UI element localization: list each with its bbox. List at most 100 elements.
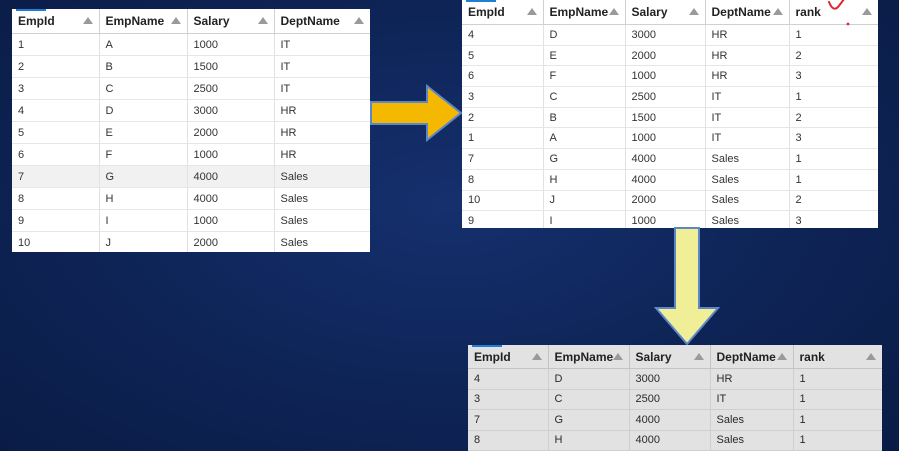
table-cell: 3 <box>462 86 544 108</box>
table-row[interactable]: 7 G 4000 Sales 1 <box>462 148 878 170</box>
table-row[interactable]: 4 D 3000 HR 1 <box>468 368 882 390</box>
table-cell: 10 <box>462 190 544 212</box>
table-row[interactable]: 6 F 1000 HR <box>12 143 370 166</box>
table-cell: 1 <box>793 409 882 431</box>
table-cell: IT <box>705 127 790 150</box>
table-cell: 9 <box>12 209 100 232</box>
table-row[interactable]: 7 G 4000 Sales 1 <box>468 409 882 431</box>
table-cell: 1 <box>793 389 882 410</box>
column-header-salary[interactable]: Salary <box>625 0 706 25</box>
sort-ascending-icon[interactable] <box>353 17 364 24</box>
table-cell: 7 <box>462 148 544 170</box>
table-cell: 4000 <box>625 148 706 170</box>
sort-ascending-icon[interactable] <box>776 352 787 360</box>
table-cell: Sales <box>274 165 370 188</box>
column-header-empid[interactable]: EmpId <box>462 0 544 25</box>
column-header-deptname[interactable]: DeptName <box>274 9 370 34</box>
table-row[interactable]: 1 A 1000 IT 3 <box>462 127 878 150</box>
table-cell: G <box>99 165 188 188</box>
table-cell: G <box>548 409 630 431</box>
column-header-label: DeptName <box>280 14 340 28</box>
column-header-empid[interactable]: EmpId <box>12 9 100 34</box>
sort-ascending-icon[interactable] <box>531 352 542 360</box>
column-header-label: rank <box>795 5 821 19</box>
table-row[interactable]: 5 E 2000 HR 2 <box>462 45 878 67</box>
ranked-table: EmpId EmpName Salary DeptName rank 4 D 300… <box>462 0 878 228</box>
column-header-label: EmpId <box>474 349 511 364</box>
table-cell: 1500 <box>187 55 275 78</box>
column-header-label: EmpName <box>105 14 165 28</box>
arrow-right-icon <box>370 84 463 142</box>
table-row[interactable]: 8 H 4000 Sales <box>12 187 370 210</box>
sort-ascending-icon[interactable] <box>772 8 783 15</box>
table-cell: 5 <box>462 45 544 67</box>
table-cell: Sales <box>274 209 370 232</box>
table-row[interactable]: 8 H 4000 Sales 1 <box>468 430 882 451</box>
table-cell: 1000 <box>625 127 706 150</box>
sort-ascending-icon[interactable] <box>688 8 699 15</box>
table-row[interactable]: 3 C 2500 IT 1 <box>468 389 882 410</box>
sort-ascending-icon[interactable] <box>612 352 623 360</box>
table-cell: HR <box>705 24 790 46</box>
table-row[interactable]: 10 J 2000 Sales 2 <box>462 190 878 212</box>
table-row[interactable]: 10 J 2000 Sales <box>12 231 370 252</box>
table-row[interactable]: 4 D 3000 HR 1 <box>462 24 878 46</box>
column-header-salary[interactable]: Salary <box>629 345 711 369</box>
table-row[interactable]: 3 C 2500 IT <box>12 77 370 100</box>
arrow-down-icon <box>654 227 720 346</box>
table-cell: 4 <box>468 368 549 390</box>
sort-ascending-icon[interactable] <box>865 352 876 360</box>
table-cell: IT <box>274 33 370 56</box>
table-cell: IT <box>274 55 370 78</box>
sort-ascending-icon[interactable] <box>82 17 93 24</box>
table-cell: B <box>543 107 626 129</box>
table-cell: F <box>99 143 188 166</box>
arrow-down-shape <box>654 227 720 346</box>
table-row[interactable]: 6 F 1000 HR 3 <box>462 65 878 88</box>
table-cell: A <box>543 127 626 150</box>
table-cell: D <box>543 24 626 46</box>
filtered-table: EmpId EmpName Salary DeptName rank 4 D 300… <box>468 345 882 451</box>
sort-ascending-icon[interactable] <box>170 17 181 24</box>
column-header-salary[interactable]: Salary <box>187 9 275 34</box>
table-cell: 3 <box>789 65 878 88</box>
table-row[interactable]: 7 G 4000 Sales <box>12 165 370 188</box>
column-header-deptname[interactable]: DeptName <box>705 0 790 25</box>
table-cell: 1000 <box>625 65 706 88</box>
column-header-deptname[interactable]: DeptName <box>710 345 794 369</box>
table-row[interactable]: 2 B 1500 IT <box>12 55 370 78</box>
column-header-empname[interactable]: EmpName <box>548 345 630 369</box>
column-header-empname[interactable]: EmpName <box>99 9 188 34</box>
table-row[interactable]: 5 E 2000 HR <box>12 121 370 144</box>
table-cell: IT <box>705 86 790 108</box>
column-header-empid[interactable]: EmpId <box>468 345 549 369</box>
table-cell: 3 <box>789 210 878 228</box>
source-table-body: 1 A 1000 IT 2 B 1500 IT 3 C 2500 IT 4 D 3000 HR 5 E 2000 HR… <box>12 33 370 252</box>
table-cell: H <box>99 187 188 210</box>
table-cell: 1 <box>793 368 882 390</box>
table-row[interactable]: 9 I 1000 Sales <box>12 209 370 232</box>
table-cell: 4000 <box>629 430 711 451</box>
table-cell: 2 <box>462 107 544 129</box>
table-cell: Sales <box>710 409 794 431</box>
table-row[interactable]: 4 D 3000 HR <box>12 99 370 122</box>
table-row[interactable]: 2 B 1500 IT 2 <box>462 107 878 129</box>
column-header-rank[interactable]: rank <box>793 345 882 369</box>
table-row[interactable]: 8 H 4000 Sales 1 <box>462 169 878 191</box>
table-row[interactable]: 3 C 2500 IT 1 <box>462 86 878 108</box>
source-table-header: EmpId EmpName Salary DeptName <box>12 9 370 34</box>
sort-ascending-icon[interactable] <box>608 8 619 15</box>
table-cell: 1500 <box>625 107 706 129</box>
table-cell: H <box>548 430 630 451</box>
table-row[interactable]: 1 A 1000 IT <box>12 33 370 56</box>
table-cell: I <box>99 209 188 232</box>
column-header-empname[interactable]: EmpName <box>543 0 626 25</box>
table-cell: J <box>99 231 188 252</box>
sort-ascending-icon[interactable] <box>257 17 268 24</box>
sort-ascending-icon[interactable] <box>693 352 704 360</box>
table-cell: 7 <box>468 409 549 431</box>
column-header-label: Salary <box>193 14 230 28</box>
sort-ascending-icon[interactable] <box>526 8 537 15</box>
filtered-table-header: EmpId EmpName Salary DeptName rank <box>468 345 882 369</box>
table-cell: 3 <box>789 127 878 150</box>
